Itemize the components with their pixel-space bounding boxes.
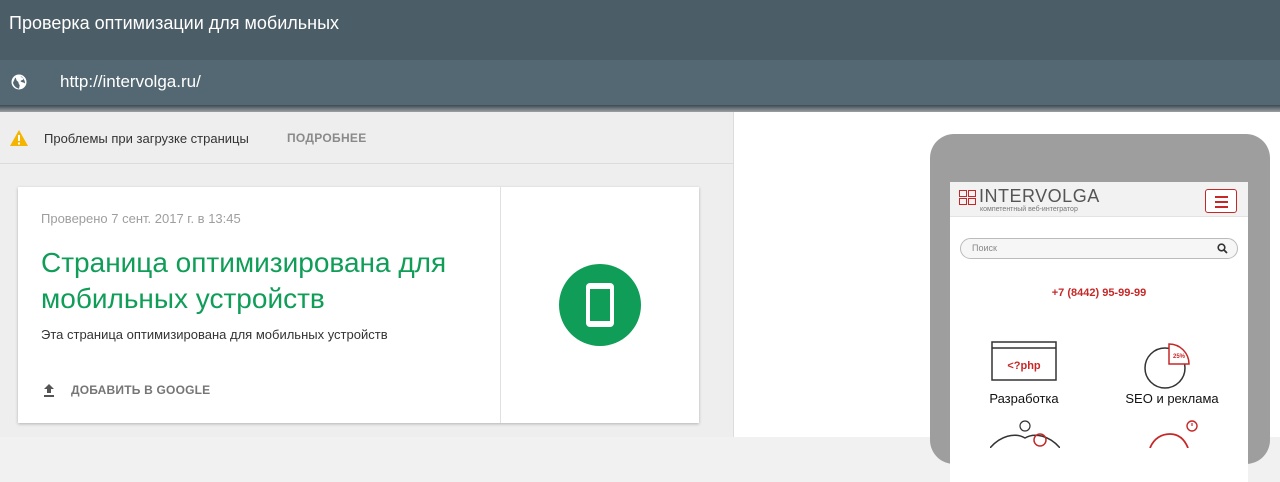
add-to-google-label: ДОБАВИТЬ В GOOGLE — [71, 383, 211, 397]
site-logo: INTERVOLGA — [979, 186, 1100, 206]
globe-icon — [11, 74, 27, 90]
details-link[interactable]: ПОДРОБНЕЕ — [287, 131, 367, 145]
warning-banner: Проблемы при загрузке страницы ПОДРОБНЕЕ — [0, 112, 733, 164]
code-icon-text: <?php — [1007, 360, 1041, 372]
pie-chart-icon: 25% — [1144, 343, 1190, 389]
warning-icon — [10, 130, 28, 146]
site-phone[interactable]: +7 (8442) 95-99-99 — [950, 287, 1248, 299]
mobile-friendly-icon — [559, 264, 641, 346]
result-headline: Страница оптимизирована для мобильных ус… — [41, 247, 447, 314]
menu-icon[interactable] — [1205, 189, 1237, 213]
upload-icon — [44, 384, 54, 397]
service-development[interactable]: Разработка — [969, 391, 1079, 406]
header-shadow — [0, 105, 1280, 112]
site-tagline: компетентный веб-интегратор — [980, 206, 1078, 213]
card-divider — [500, 187, 501, 423]
results-panel: Проблемы при загрузке страницы ПОДРОБНЕЕ… — [0, 112, 733, 437]
search-icon[interactable] — [1217, 243, 1228, 254]
logo-icon — [959, 190, 976, 205]
url-bar: http://intervolga.ru/ — [0, 60, 1280, 105]
site-search-placeholder: Поиск — [972, 243, 997, 253]
page-title: Проверка оптимизации для мобильных — [9, 13, 340, 33]
pie-chart-icon-text: 25% — [1173, 354, 1186, 360]
service-seo[interactable]: SEO и реклама — [1117, 391, 1227, 406]
result-description: Эта страница оптимизирована для мобильны… — [41, 327, 388, 342]
preview-panel: INTERVOLGA компетентный веб-интегратор П… — [734, 112, 1280, 482]
device-screen[interactable]: INTERVOLGA компетентный веб-интегратор П… — [950, 182, 1248, 482]
site-header: INTERVOLGA компетентный веб-интегратор — [950, 182, 1248, 217]
code-icon: <?php — [991, 341, 1057, 381]
checked-timestamp: Проверено 7 сент. 2017 г. в 13:45 — [41, 211, 241, 226]
url-text[interactable]: http://intervolga.ru/ — [60, 72, 201, 92]
site-search-input[interactable]: Поиск — [960, 238, 1238, 259]
device-frame: INTERVOLGA компетентный веб-интегратор П… — [930, 134, 1270, 482]
target-icon — [1149, 420, 1198, 448]
gears-icon — [990, 420, 1060, 448]
app-header: Проверка оптимизации для мобильных — [0, 0, 1280, 60]
result-card: Проверено 7 сент. 2017 г. в 13:45 Страни… — [18, 187, 699, 423]
warning-message: Проблемы при загрузке страницы — [44, 131, 249, 146]
add-to-google-button[interactable]: ДОБАВИТЬ В GOOGLE — [41, 380, 210, 400]
